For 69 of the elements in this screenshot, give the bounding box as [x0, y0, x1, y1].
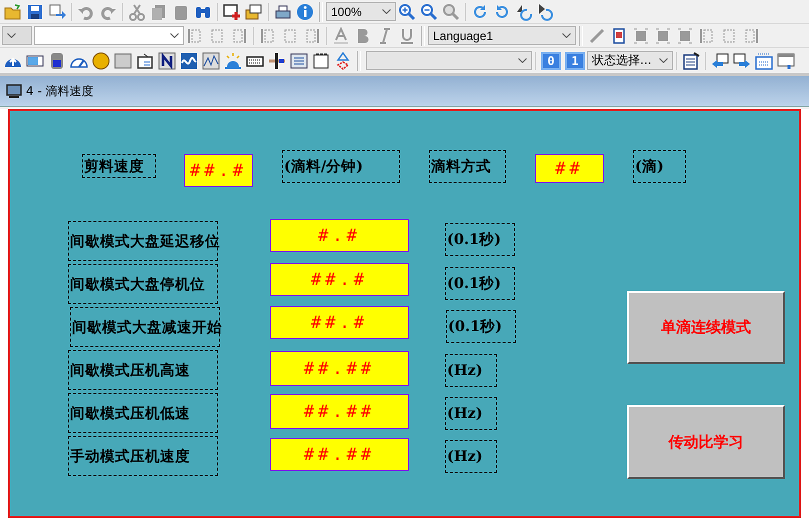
canvas-label: 间歇模式大盘减速开始 [70, 307, 220, 347]
canvas-label: 剪料速度 [82, 154, 156, 178]
canvas-label: 手动模式压机速度 [68, 436, 218, 476]
canvas-label: (0.1秒) [445, 267, 515, 300]
monitor-icon[interactable] [136, 52, 154, 70]
numeric-field[interactable]: ##.## [270, 351, 409, 386]
state-bit-button[interactable]: 0 [541, 52, 561, 70]
numeric-field[interactable]: ##.# [270, 263, 409, 296]
tank-icon[interactable] [48, 52, 66, 70]
calendar-icon[interactable] [755, 52, 773, 70]
add-screen-icon[interactable] [223, 2, 241, 20]
chevron-down-icon[interactable] [382, 9, 391, 14]
numeric-field[interactable]: ##.## [270, 438, 409, 471]
chevron-down-icon[interactable] [170, 33, 179, 38]
screen-title[interactable]: 4 - 滴料速度 [26, 82, 94, 100]
font-size-field[interactable] [34, 26, 184, 45]
canvas-label: (滴料/分钟) [282, 150, 400, 183]
flip-vertical-icon[interactable] [537, 2, 555, 20]
function-button[interactable]: 单滴连续模式 [627, 291, 785, 364]
zoom-dropdown[interactable]: 100% [326, 2, 396, 21]
slider-icon[interactable] [268, 52, 286, 70]
chevron-down-icon[interactable] [659, 58, 668, 63]
rotate-clockwise-icon[interactable] [471, 2, 489, 20]
canvas-label: 滴料方式 [429, 150, 506, 183]
line-chart-icon[interactable] [202, 52, 220, 70]
screen-icon [6, 84, 22, 98]
function-button[interactable]: 传动比学习 [627, 405, 785, 479]
info-icon[interactable] [296, 2, 314, 20]
state-dropdown[interactable]: 状态选择... [587, 51, 673, 70]
zoom-out-icon[interactable] [420, 2, 438, 20]
canvas-label: (滴) [633, 150, 686, 183]
previous-screen-icon[interactable] [711, 52, 729, 70]
canvas-label: (Hz) [445, 354, 497, 387]
canvas-label: 间歇模式压机高速 [68, 350, 218, 390]
table-icon[interactable] [290, 52, 308, 70]
flip-horizontal-icon[interactable] [515, 2, 533, 20]
printer-icon[interactable] [274, 2, 292, 20]
chevron-down-icon[interactable] [518, 58, 527, 63]
canvas-label: (Hz) [445, 440, 497, 473]
canvas-label: 间歇模式大盘延迟移位 [68, 221, 218, 261]
canvas-label: 间歇模式大盘停机位 [68, 264, 218, 304]
open-screen-icon[interactable] [245, 2, 263, 20]
open-folder-icon[interactable] [4, 2, 22, 20]
shapes-icon[interactable] [334, 52, 352, 70]
window-icon[interactable] [777, 52, 795, 70]
canvas-label: (0.1秒) [446, 310, 516, 343]
language-dropdown[interactable]: Language1 [428, 26, 576, 45]
export-icon[interactable] [48, 2, 66, 20]
numeric-field[interactable]: ##.## [270, 394, 409, 429]
text-box-icon[interactable] [312, 52, 330, 70]
zoom-in-icon[interactable] [398, 2, 416, 20]
state-bit-button[interactable]: 1 [565, 52, 585, 70]
letter-n-icon[interactable] [158, 52, 176, 70]
next-screen-icon[interactable] [733, 52, 751, 70]
canvas-label: (0.1秒) [445, 223, 515, 256]
alarm-bell-icon[interactable] [224, 52, 242, 70]
canvas-label: 间歇模式压机低速 [68, 393, 218, 433]
chevron-down-icon[interactable] [562, 33, 571, 38]
numeric-field[interactable]: ## [535, 154, 604, 183]
chevron-down-icon[interactable] [7, 33, 16, 38]
numeric-field[interactable]: ##.# [184, 154, 253, 187]
properties-icon[interactable] [682, 52, 700, 70]
canvas-label: (Hz) [445, 397, 497, 430]
numeric-field[interactable]: #.# [270, 219, 409, 252]
font-color-icon[interactable] [332, 26, 350, 44]
save-icon[interactable] [26, 2, 44, 20]
lamp-icon[interactable] [92, 52, 110, 70]
numeric-field[interactable]: ##.# [270, 306, 409, 339]
trend-graph-icon[interactable] [180, 52, 198, 70]
